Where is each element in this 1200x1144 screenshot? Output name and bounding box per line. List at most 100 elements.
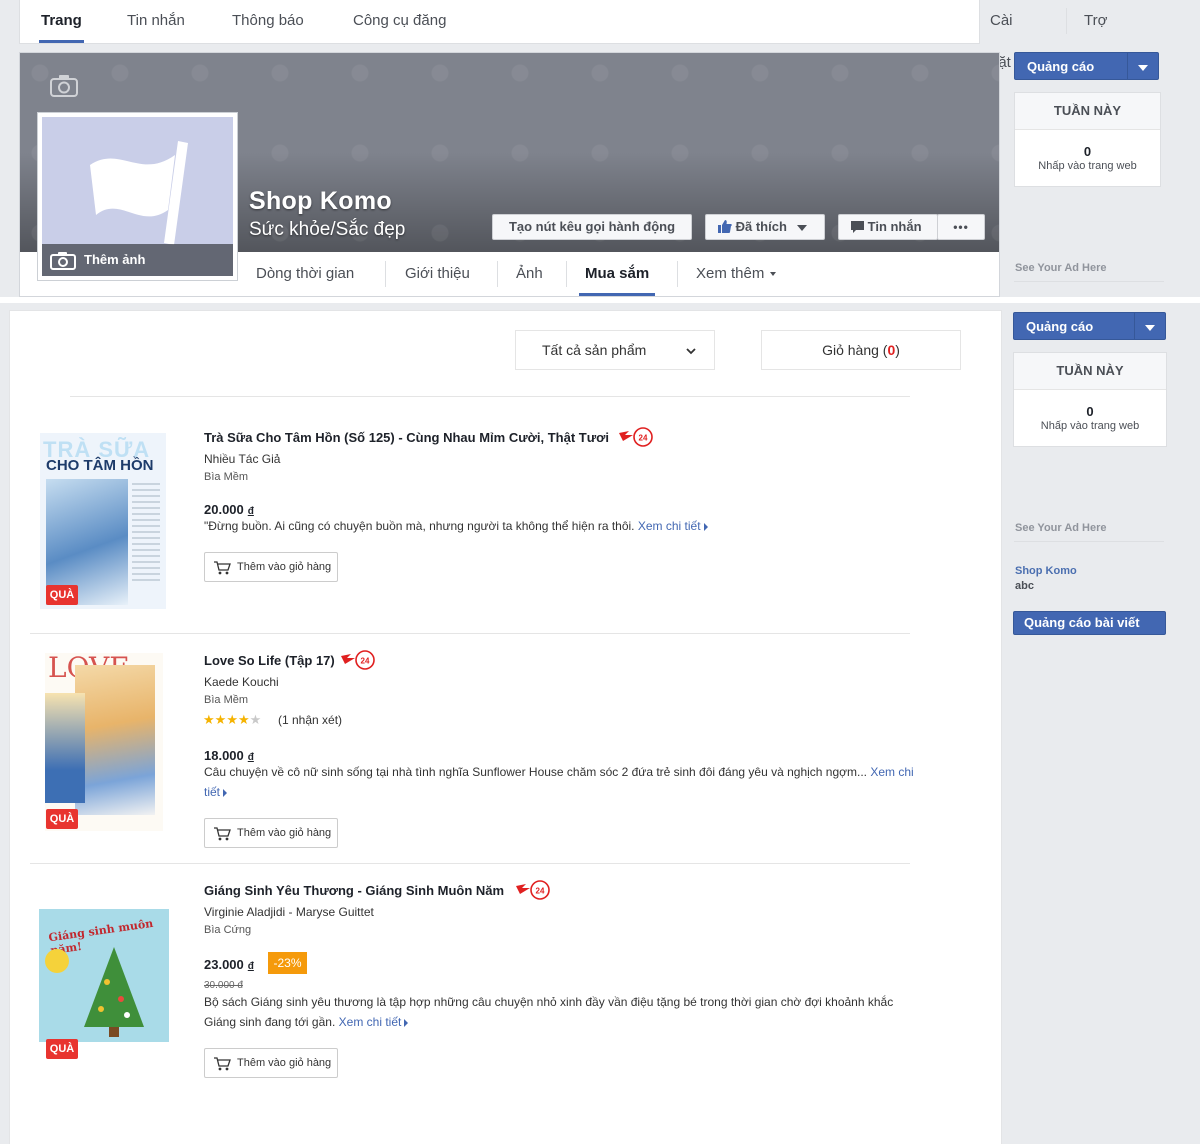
product-cover-type: Bìa Mềm <box>204 694 249 706</box>
tab-page[interactable]: Trang <box>39 0 84 43</box>
cta-button[interactable]: Tạo nút kêu gọi hành động <box>492 214 692 240</box>
product-price: 18.000 đ <box>204 748 254 763</box>
promote-dropdown-button-2[interactable]: Quảng cáo <box>1013 312 1166 340</box>
page-category: Sức khỏe/Sắc đẹp <box>249 219 406 240</box>
separator-band <box>0 297 1200 303</box>
star-filled-icon: ★ <box>226 712 238 727</box>
price-value: 23.000 <box>204 957 244 972</box>
website-clicks-count: 0 <box>1086 404 1094 419</box>
subtab-photos[interactable]: Ảnh <box>516 252 543 296</box>
cart-label-close: ) <box>895 342 900 358</box>
product-price: 20.000 đ <box>204 502 254 517</box>
product-cover-type: Bìa Mềm <box>204 471 249 483</box>
add-to-cart-button[interactable]: Thêm vào giỏ hàng <box>204 552 338 582</box>
divider <box>1014 281 1164 282</box>
christmas-tree-icon <box>84 947 144 1037</box>
see-your-ad-label[interactable]: See Your Ad Here <box>1015 522 1107 534</box>
subtab-shop[interactable]: Mua sắm <box>578 252 656 296</box>
promote-dropdown-button[interactable]: Quảng cáo <box>1014 52 1159 80</box>
settings-link[interactable]: Cài đặt <box>990 0 1013 71</box>
subtab-divider <box>497 261 498 287</box>
subtab-divider <box>385 261 386 287</box>
subtab-divider <box>677 261 678 287</box>
subtab-about[interactable]: Giới thiệu <box>405 252 470 296</box>
add-photo-label: Thêm ảnh <box>84 252 146 267</box>
liked-label: Đã thích <box>735 219 787 234</box>
review-count[interactable]: (1 nhận xét) <box>278 713 342 727</box>
button-divider <box>1127 53 1128 79</box>
add-to-cart-button[interactable]: Thêm vào giỏ hàng <box>204 818 338 848</box>
product-image[interactable]: TRÀ SỮA CHO TÂM HỒN <box>40 433 166 609</box>
liked-button[interactable]: Đã thích <box>705 214 825 240</box>
cart-button[interactable]: Giỏ hàng (0) <box>761 330 961 370</box>
subtab-timeline[interactable]: Dòng thời gian <box>256 252 354 296</box>
add-to-cart-button[interactable]: Thêm vào giỏ hàng <box>204 1048 338 1078</box>
product-price: 23.000 đ <box>204 957 254 972</box>
product-description: "Đừng buồn. Ai cũng có chuyện buồn mà, n… <box>204 516 924 536</box>
tab-notifications[interactable]: Thông báo <box>232 0 304 43</box>
svg-text:24: 24 <box>639 434 648 443</box>
cart-label: Giỏ hàng ( <box>822 342 888 358</box>
button-divider <box>1134 313 1135 339</box>
star-filled-icon: ★ <box>214 712 227 727</box>
product-image[interactable]: Giáng sinh muôn năm! <box>39 909 169 1042</box>
website-clicks-label[interactable]: Nhấp vào trang web <box>1015 160 1160 172</box>
chevron-down-icon <box>770 272 777 277</box>
add-to-cart-label: Thêm vào giỏ hàng <box>237 827 332 839</box>
add-to-cart-label: Thêm vào giỏ hàng <box>237 1057 332 1069</box>
see-more-link[interactable]: Xem chi tiết <box>339 1015 409 1029</box>
see-more-label: Xem chi tiết <box>338 1015 402 1029</box>
filter-label: Tất cả sản phẩm <box>542 342 647 358</box>
description-text: Câu chuyện về cô nữ sinh sống tại nhà tì… <box>204 765 867 779</box>
this-week-box-2: TUẦN NÀY 0 Nhấp vào trang web <box>1013 352 1167 447</box>
see-your-ad-label[interactable]: See Your Ad Here <box>1015 262 1107 274</box>
subtab-more[interactable]: Xem thêm <box>696 252 777 296</box>
flag-icon <box>90 141 188 245</box>
gift-tag: QUÀ <box>46 809 78 829</box>
chevron-down-icon <box>686 348 696 355</box>
website-clicks-count: 0 <box>1083 144 1092 159</box>
page-name[interactable]: Shop Komo <box>249 187 392 216</box>
camera-icon <box>50 252 76 270</box>
subtab-divider <box>566 261 567 287</box>
star-filled-icon: ★ <box>203 712 215 727</box>
discount-badge: -23% <box>268 952 307 974</box>
caret-right-icon <box>223 788 228 797</box>
see-more-link[interactable]: Xem chi tiết <box>638 519 708 533</box>
tab-messages[interactable]: Tin nhắn <box>127 0 185 43</box>
camera-icon[interactable] <box>50 75 78 97</box>
description-text: "Đừng buồn. Ai cũng có chuyện buồn mà, n… <box>204 519 635 533</box>
product-title-text: Giáng Sinh Yêu Thương - Giáng Sinh Muôn … <box>204 883 505 898</box>
svg-text:24: 24 <box>536 887 545 896</box>
boost-post-label: Quảng cáo bài viết <box>1024 615 1140 630</box>
price-currency: đ <box>247 961 254 972</box>
product-description: Bộ sách Giáng sinh yêu thương là tập hợp… <box>204 992 919 1032</box>
gift-tag: QUÀ <box>46 1039 78 1059</box>
tab-publishing-tools[interactable]: Công cụ đăng <box>353 0 446 43</box>
caret-right-icon <box>404 1018 409 1027</box>
add-photo-button[interactable]: Thêm ảnh <box>42 244 233 276</box>
product-author: Kaede Kouchi <box>204 675 279 689</box>
profile-picture[interactable]: Thêm ảnh <box>37 112 238 281</box>
product-filter-select[interactable]: Tất cả sản phẩm <box>515 330 715 370</box>
product-title[interactable]: Love So Life (Tập 17) <box>204 653 335 668</box>
more-options-button[interactable]: ••• <box>937 214 985 240</box>
24h-delivery-icon: 24 <box>619 427 653 447</box>
add-to-cart-label: Thêm vào giỏ hàng <box>237 561 332 573</box>
product-title[interactable]: Trà Sữa Cho Tâm Hồn (Số 125) - Cùng Nhau… <box>204 430 609 445</box>
page-top-nav: Trang Tin nhắn Thông báo Công cụ đăng Cà… <box>19 0 1112 108</box>
original-price: 30.000 đ <box>204 980 243 991</box>
page-header-card: Thêm ảnh Shop Komo Sức khỏe/Sắc đẹp Tạo … <box>19 52 1000 297</box>
message-button[interactable]: Tin nhắn <box>838 214 938 240</box>
price-value: 18.000 <box>204 748 244 763</box>
see-more-label: Xem chi tiết <box>637 519 701 533</box>
website-clicks-label[interactable]: Nhấp vào trang web <box>1014 420 1166 432</box>
product-image[interactable]: LOVE <box>45 653 163 831</box>
promote-label: Quảng cáo <box>1026 319 1094 334</box>
product-title[interactable]: Giáng Sinh Yêu Thương - Giáng Sinh Muôn … <box>204 883 504 898</box>
book-cover-art <box>75 665 155 815</box>
help-menu[interactable]: Trợ giúp <box>1084 0 1112 108</box>
divider <box>70 396 910 397</box>
ad-page-name[interactable]: Shop Komo <box>1015 565 1077 577</box>
boost-post-button[interactable]: Quảng cáo bài viết <box>1013 611 1166 635</box>
